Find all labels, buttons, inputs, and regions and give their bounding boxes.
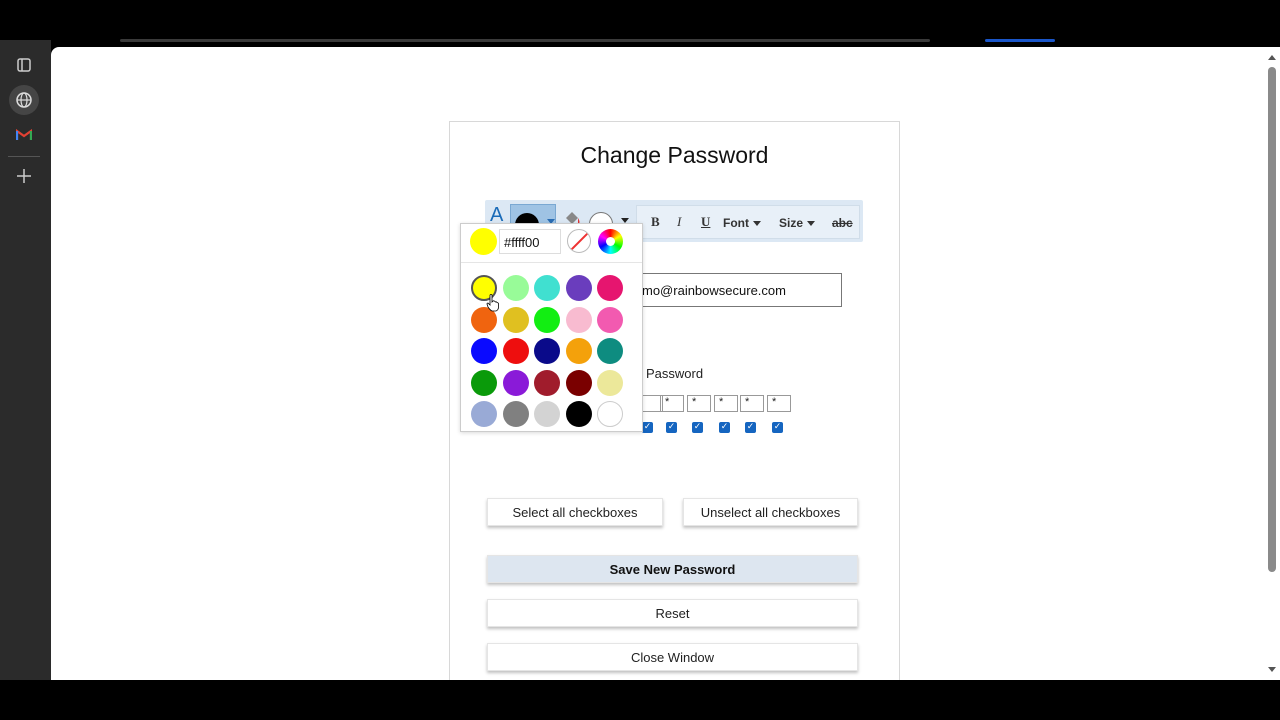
sidebar-web-button[interactable]	[9, 85, 39, 115]
password-label: Password	[646, 366, 704, 381]
select-all-checkboxes-button[interactable]: Select all checkboxes	[487, 498, 663, 526]
plus-icon	[17, 169, 31, 183]
size-dropdown-label: Size	[779, 216, 804, 230]
color-swatch[interactable]	[565, 306, 592, 333]
active-tab-indicator	[985, 39, 1055, 42]
char-visibility-checkbox[interactable]: ✓	[692, 422, 703, 433]
page-viewport: Change Password A B I U Font Size abc mo…	[51, 47, 1280, 680]
hand-cursor-icon	[486, 294, 499, 312]
password-char-box[interactable]: *	[687, 395, 711, 412]
char-visibility-checkbox[interactable]: ✓	[642, 422, 653, 433]
save-new-password-button[interactable]: Save New Password	[487, 555, 858, 583]
browser-bottom-bar	[0, 680, 1280, 720]
color-swatch[interactable]	[565, 338, 592, 364]
sidebar-panel-button[interactable]	[9, 50, 39, 80]
gmail-icon	[16, 129, 32, 140]
bold-button[interactable]: B	[651, 214, 660, 230]
color-swatch[interactable]	[534, 401, 560, 427]
scroll-down-icon[interactable]	[1268, 667, 1276, 672]
color-swatch[interactable]	[597, 275, 623, 301]
color-swatch[interactable]	[534, 338, 560, 364]
char-visibility-checkbox[interactable]: ✓	[666, 422, 677, 433]
color-swatch[interactable]	[502, 338, 529, 364]
size-dropdown[interactable]: Size	[779, 216, 816, 230]
close-window-button[interactable]: Close Window	[487, 643, 858, 671]
strikethrough-button[interactable]: abc	[832, 216, 853, 230]
tab-strip	[120, 39, 930, 42]
color-swatch[interactable]	[502, 306, 529, 333]
sidebar-divider	[8, 156, 40, 157]
browser-top-bar	[0, 0, 1280, 40]
hex-color-input[interactable]: #ffff00	[499, 229, 561, 254]
vertical-scrollbar[interactable]	[1264, 47, 1280, 680]
color-swatch[interactable]	[565, 401, 592, 427]
char-visibility-checkbox[interactable]: ✓	[772, 422, 783, 433]
color-swatch[interactable]	[534, 306, 560, 333]
color-swatch[interactable]	[502, 275, 529, 301]
char-visibility-checkbox[interactable]: ✓	[719, 422, 730, 433]
reset-button[interactable]: Reset	[487, 599, 858, 627]
scroll-thumb[interactable]	[1268, 67, 1276, 572]
color-wheel-icon[interactable]	[598, 229, 623, 254]
globe-icon	[16, 92, 32, 108]
color-swatch[interactable]	[534, 369, 560, 396]
underline-button[interactable]: U	[701, 214, 710, 230]
color-swatch[interactable]	[534, 275, 560, 301]
current-color-preview	[470, 228, 497, 255]
color-swatch[interactable]	[471, 401, 497, 427]
color-swatch[interactable]	[471, 369, 497, 396]
color-swatch[interactable]	[597, 369, 623, 396]
page-title: Change Password	[580, 142, 769, 168]
color-swatch[interactable]	[565, 369, 592, 396]
email-field[interactable]: mo@rainbowsecure.com	[635, 273, 842, 307]
font-dropdown[interactable]: Font	[723, 216, 761, 230]
sidebar-add-button[interactable]	[9, 161, 39, 191]
chevron-down-icon	[753, 221, 761, 227]
color-swatch[interactable]	[502, 401, 529, 427]
browser-sidebar	[0, 40, 51, 680]
italic-button[interactable]: I	[677, 214, 681, 230]
password-char-box[interactable]: *	[714, 395, 738, 412]
password-char-box[interactable]: *	[660, 395, 684, 412]
password-char-box[interactable]: *	[767, 395, 791, 412]
sidebar-gmail-button[interactable]	[9, 120, 39, 150]
unselect-all-checkboxes-button[interactable]: Unselect all checkboxes	[683, 498, 858, 526]
color-swatch[interactable]	[471, 338, 497, 364]
color-swatch[interactable]	[502, 369, 529, 396]
color-swatch[interactable]	[597, 338, 623, 364]
color-picker-popup: #ffff00	[460, 223, 643, 432]
sidebar-panel-icon	[17, 58, 31, 72]
color-swatch[interactable]	[597, 401, 623, 427]
scroll-up-icon[interactable]	[1268, 55, 1276, 60]
color-swatch[interactable]	[597, 306, 623, 333]
password-char-box[interactable]: *	[740, 395, 764, 412]
color-swatch[interactable]	[565, 275, 592, 301]
chevron-down-icon	[807, 221, 816, 227]
font-dropdown-label: Font	[723, 216, 749, 230]
no-color-icon[interactable]	[567, 229, 591, 253]
format-button-group: B I U Font Size abc	[636, 205, 860, 239]
picker-divider	[461, 262, 642, 263]
char-visibility-checkbox[interactable]: ✓	[745, 422, 756, 433]
